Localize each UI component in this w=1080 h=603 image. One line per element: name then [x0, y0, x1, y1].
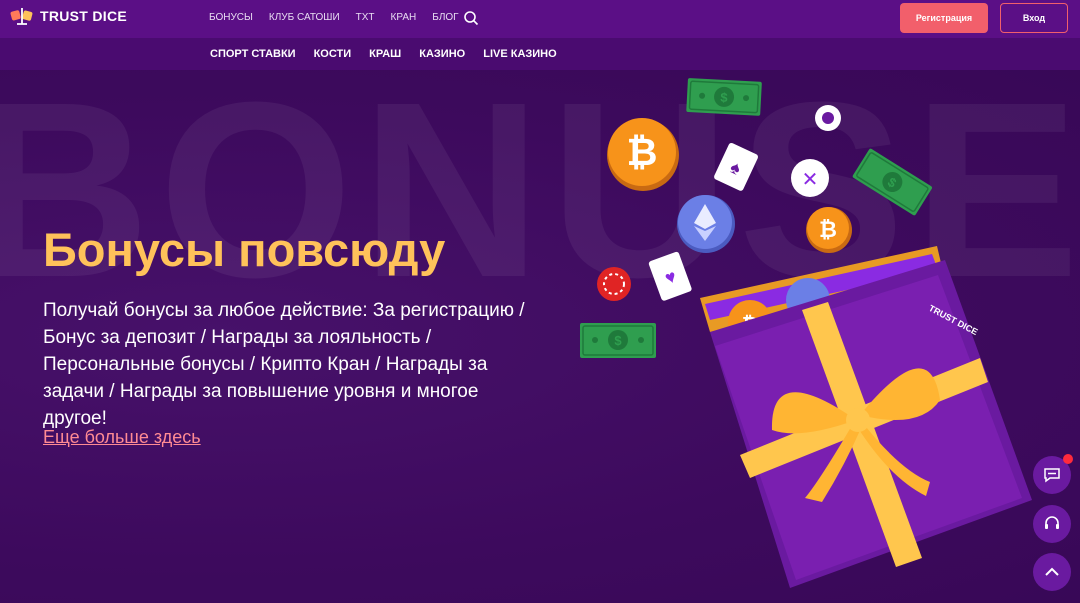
notification-dot: [1063, 454, 1073, 464]
chevron-up-icon: [1045, 567, 1059, 576]
more-bonuses-link[interactable]: Еще больше здесь: [43, 427, 201, 448]
top-nav: БОНУСЫ КЛУБ САТОШИ TXT КРАН БЛОГ: [209, 12, 459, 23]
hero-illustration: $ $ $ ₿ ♠ ♥ ✕ ₿ TRUST DICE: [570, 70, 1080, 603]
nav-item-satoshi-club[interactable]: КЛУБ САТОШИ: [269, 12, 340, 23]
subnav-item-dice[interactable]: КОСТИ: [314, 48, 352, 60]
bitcoin-coin-icon: ₿: [607, 118, 679, 191]
nav-item-bonuses[interactable]: БОНУСЫ: [209, 12, 253, 23]
svg-text:₿: ₿: [627, 132, 658, 174]
hero-section: BONUSE $ $ $ ₿ ♠ ♥ ✕ ₿ TRUST DICE Бонусы…: [0, 70, 1080, 603]
top-header: TRUST DICE БОНУСЫ КЛУБ САТОШИ TXT КРАН Б…: [0, 0, 1080, 38]
poker-chip-icon: [815, 105, 841, 131]
subnav-item-sports[interactable]: СПОРТ СТАВКИ: [210, 48, 296, 60]
chat-icon: [1044, 468, 1060, 483]
money-bill-icon: $: [686, 78, 762, 116]
hero-title: Бонусы повсюду: [43, 223, 446, 276]
subnav-item-live-casino[interactable]: LIVE КАЗИНО: [483, 48, 556, 60]
svg-text:$: $: [614, 333, 622, 348]
bitcoin-coin-icon: ₿: [806, 207, 852, 253]
headset-icon: [1045, 516, 1059, 529]
logo-text: TRUST DICE: [40, 8, 127, 24]
support-button[interactable]: [1033, 505, 1071, 543]
login-button[interactable]: Вход: [1000, 3, 1068, 33]
logo[interactable]: TRUST DICE: [10, 6, 127, 26]
hero-description: Получай бонусы за любое действие: За рег…: [43, 300, 525, 429]
sub-header: СПОРТ СТАВКИ КОСТИ КРАШ КАЗИНО LIVE КАЗИ…: [0, 38, 1080, 70]
subnav-item-crash[interactable]: КРАШ: [369, 48, 401, 60]
ethereum-coin-icon: [677, 195, 735, 253]
search-icon[interactable]: [463, 10, 479, 26]
register-button[interactable]: Регистрация: [900, 3, 988, 33]
money-bill-icon: $: [580, 323, 656, 358]
poker-chip-icon: [597, 267, 631, 301]
svg-text:✕: ✕: [802, 169, 819, 191]
playing-card-spade-icon: ♠: [714, 142, 759, 191]
nav-item-blog[interactable]: БЛОГ: [432, 12, 458, 23]
scroll-top-button[interactable]: [1033, 553, 1071, 591]
nav-item-txt[interactable]: TXT: [356, 12, 375, 23]
gift-box-icon: ₿ TRUST DICE: [700, 246, 1032, 588]
nav-item-faucet[interactable]: КРАН: [391, 12, 417, 23]
money-bill-icon: $: [852, 148, 932, 216]
subnav-item-casino[interactable]: КАЗИНО: [419, 48, 465, 60]
playing-card-heart-icon: ♥: [648, 251, 692, 301]
svg-text:₿: ₿: [819, 217, 837, 242]
sub-nav: СПОРТ СТАВКИ КОСТИ КРАШ КАЗИНО LIVE КАЗИ…: [210, 48, 557, 60]
dice-logo-icon: [10, 8, 33, 25]
x-coin-icon: ✕: [791, 159, 829, 197]
